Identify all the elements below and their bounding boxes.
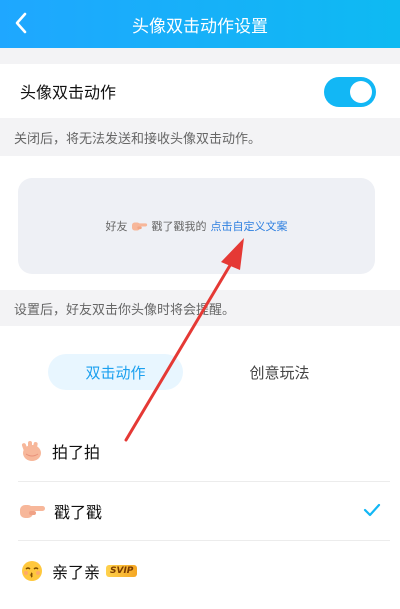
double-tap-toggle-row: 头像双击动作 <box>0 64 400 118</box>
list-item-pat[interactable]: 拍了拍 <box>0 422 400 480</box>
svip-badge: SVIP <box>106 565 138 577</box>
off-hint: 关闭后，将无法发送和接收头像双击动作。 <box>0 118 400 156</box>
spacer <box>0 406 400 422</box>
clapping-hand-icon <box>21 441 41 461</box>
preview-section: 好友 戳了戳我的 点击自定义文案 <box>0 156 400 290</box>
pointing-hand-icon <box>20 505 45 518</box>
preview-action: 戳了戳我的 <box>151 220 207 233</box>
toggle-label: 头像双击动作 <box>20 83 117 102</box>
switch-knob <box>350 81 372 103</box>
pointing-hand-icon <box>131 222 147 231</box>
spacer <box>0 326 400 340</box>
custom-text-link[interactable]: 点击自定义文案 <box>211 218 288 234</box>
item-label: 亲了亲 <box>52 563 101 582</box>
chevron-left-icon <box>15 12 27 34</box>
tab-creative-play[interactable]: 创意玩法 <box>222 354 337 390</box>
kissing-face-icon <box>22 561 42 581</box>
divider <box>18 540 390 541</box>
item-label: 戳了戳 <box>54 503 103 522</box>
preview-friend: 好友 <box>105 220 128 233</box>
back-button[interactable] <box>6 6 36 40</box>
item-label: 拍了拍 <box>52 443 101 462</box>
list-item-kiss[interactable]: 亲了亲 SVIP <box>0 542 400 600</box>
double-tap-switch[interactable] <box>324 77 376 107</box>
section-gap <box>0 48 400 64</box>
tab-bar: 双击动作 创意玩法 <box>0 340 400 406</box>
list-item-poke[interactable]: 戳了戳 <box>0 482 400 540</box>
page-title: 头像双击动作设置 <box>132 16 268 37</box>
checkmark-icon <box>363 503 381 517</box>
set-hint: 设置后，好友双击你头像时将会提醒。 <box>0 290 400 326</box>
tab-double-tap-action[interactable]: 双击动作 <box>48 354 183 390</box>
preview-card: 好友 戳了戳我的 点击自定义文案 <box>18 178 375 274</box>
top-bar: 头像双击动作设置 <box>0 0 400 48</box>
